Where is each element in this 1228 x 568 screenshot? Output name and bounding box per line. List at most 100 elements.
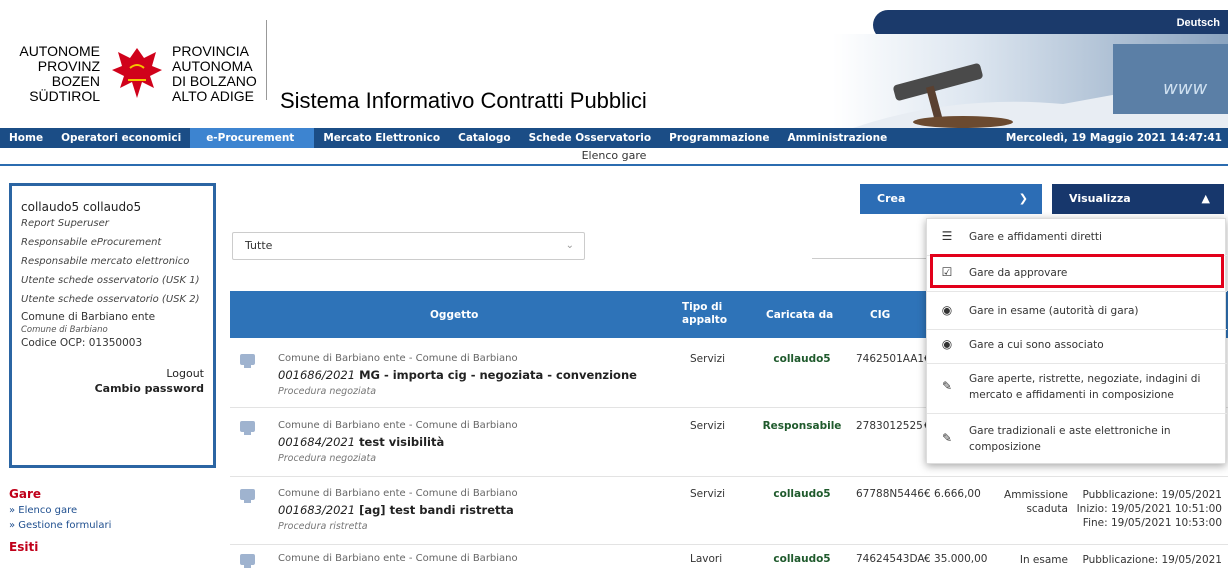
chevron-down-icon: ⌄ [565, 240, 574, 251]
row-caricata: collaudo5 [773, 353, 831, 365]
row-importo: € 35.000,00 [924, 553, 988, 565]
row-cig: 74624543DA [856, 553, 925, 565]
row-title-link[interactable]: 001683/2021 [ag] test bandi ristretta [278, 503, 514, 517]
monitor-icon [240, 489, 255, 503]
eye-icon: ◉ [941, 337, 953, 351]
list-icon: ☰ [941, 229, 953, 243]
crea-button-label: Crea [877, 192, 906, 205]
language-link[interactable]: Deutsch [1177, 17, 1220, 29]
visualizza-button-label: Visualizza [1069, 192, 1131, 205]
col-caricata-da[interactable]: Caricata da [766, 309, 833, 322]
row-title-link[interactable]: 001684/2021 test visibilità [278, 435, 444, 449]
col-tipo-appalto[interactable]: Tipo di appalto [682, 301, 727, 327]
table-row[interactable]: Comune di Barbiano ente - Comune di Barb… [230, 481, 1228, 541]
menu-item-gare-composizione[interactable]: ✎ Gare aperte, ristrette, negoziate, ind… [927, 369, 1227, 409]
logo-divider [266, 20, 267, 100]
user-role: Responsabile eProcurement [21, 237, 162, 248]
sidebar-section-esiti: Esiti [9, 540, 39, 554]
row-ente: Comune di Barbiano ente - Comune di Barb… [278, 488, 518, 499]
col-oggetto[interactable]: Oggetto [430, 309, 478, 322]
svg-text:www: www [1163, 78, 1207, 99]
monitor-icon [240, 354, 255, 368]
row-procedure: Procedura negoziata [278, 453, 377, 464]
row-stato: In esame [1019, 554, 1068, 566]
nav-catalogo[interactable]: Catalogo [449, 128, 519, 148]
user-role: Utente schede osservatorio (USK 1) [21, 275, 200, 286]
change-password-link[interactable]: Cambio password [21, 381, 204, 396]
row-dates: Pubblicazione: 19/05/2021 [1082, 554, 1222, 566]
user-role: Report Superuser [21, 218, 109, 229]
crea-button[interactable]: Crea ❯ [860, 184, 1042, 214]
nav-e-procurement[interactable]: e-Procurement [190, 128, 315, 148]
row-caricata: collaudo5 [773, 488, 831, 500]
row-ente: Comune di Barbiano ente - Comune di Barb… [278, 553, 518, 564]
user-ente: Comune di Barbiano ente [21, 311, 156, 323]
pencil-icon: ✎ [941, 431, 953, 445]
menu-item-gare-tradizionali[interactable]: ✎ Gare tradizionali e aste elettroniche … [927, 421, 1227, 461]
row-dates: Pubblicazione: 19/05/2021 Inizio: 19/05/… [1076, 489, 1222, 529]
logo-text-german: AUTONOME PROVINZ BOZEN SÜDTIROL [19, 43, 100, 104]
row-importo: € 6.666,00 [924, 488, 981, 500]
row-tipo: Servizi [690, 488, 726, 500]
row-tipo: Servizi [690, 353, 726, 365]
row-divider [230, 476, 1228, 477]
monitor-icon [240, 554, 255, 568]
row-procedure: Procedura negoziata [278, 386, 377, 397]
sidebar-link-elenco-gare[interactable]: » Elenco gare [9, 505, 77, 516]
search-field-underline [812, 258, 932, 259]
menu-item-gare-associato[interactable]: ◉ Gare a cui sono associato [927, 335, 1227, 361]
monitor-icon [240, 421, 255, 435]
filter-select[interactable]: Tutte ⌄ [232, 232, 585, 260]
user-panel: collaudo5 collaudo5 Report Superuser Res… [9, 183, 216, 468]
row-caricata: collaudo5 [773, 553, 831, 565]
chevron-up-icon: ▲ [1201, 192, 1210, 205]
nav-programmazione[interactable]: Programmazione [660, 128, 778, 148]
nav-amministrazione[interactable]: Amministrazione [778, 128, 896, 148]
filter-select-value: Tutte [245, 239, 273, 252]
nav-datetime: Mercoledì, 19 Maggio 2021 14:47:41 [1005, 132, 1222, 144]
table-row[interactable]: Comune di Barbiano ente - Comune di Barb… [230, 546, 1228, 568]
row-procedure: Procedura ristretta [278, 521, 368, 532]
row-ente: Comune di Barbiano ente - Comune di Barb… [278, 353, 518, 364]
row-cig: 67788N5446 [856, 488, 924, 500]
row-stato: Ammissione scaduta [1004, 489, 1068, 515]
nav-schede-osservatorio[interactable]: Schede Osservatorio [520, 128, 661, 148]
breadcrumb: Elenco gare [0, 148, 1228, 166]
logo-text-italian: PROVINCIA AUTONOMA DI BOLZANO ALTO ADIGE [172, 43, 257, 104]
row-cig: 2783012525 [856, 420, 923, 432]
eye-icon: ◉ [941, 303, 953, 317]
menu-divider [927, 329, 1227, 330]
main-nav: Home Operatori economici e-Procurement M… [0, 128, 1228, 148]
menu-item-gare-affidamenti[interactable]: ☰ Gare e affidamenti diretti [927, 227, 1227, 253]
sidebar-section-gare: Gare [9, 487, 42, 501]
logout-link[interactable]: Logout [21, 366, 204, 381]
nav-mercato-elettronico[interactable]: Mercato Elettronico [314, 128, 449, 148]
nav-home[interactable]: Home [0, 128, 52, 148]
nav-operatori-economici[interactable]: Operatori economici [52, 128, 190, 148]
user-ocp-code: Codice OCP: 01350003 [21, 337, 143, 349]
visualizza-button[interactable]: Visualizza ▲ [1052, 184, 1224, 214]
user-ente-sub: Comune di Barbiano [21, 325, 108, 335]
chevron-down-icon: ❯ [1018, 192, 1028, 205]
sidebar-link-gestione-formulari[interactable]: » Gestione formulari [9, 520, 111, 531]
menu-divider [927, 363, 1227, 364]
eagle-crest-icon [112, 44, 162, 100]
province-logo[interactable]: AUTONOME PROVINZ BOZEN SÜDTIROL PROVINCI… [6, 44, 272, 134]
row-tipo: Lavori [690, 553, 723, 565]
row-title-link[interactable]: 001686/2021 MG - importa cig - negoziata… [278, 368, 637, 382]
user-role: Responsabile mercato elettronico [21, 256, 190, 267]
header: Deutsch AUTONOME PROVINZ BOZEN SÜDTIROL … [0, 0, 1228, 128]
menu-item-gare-in-esame[interactable]: ◉ Gare in esame (autorità di gara) [927, 301, 1227, 327]
row-divider [230, 544, 1228, 545]
col-cig[interactable]: CIG [870, 309, 890, 322]
pencil-icon: ✎ [941, 379, 953, 393]
site-title: Sistema Informativo Contratti Pubblici [280, 88, 647, 113]
user-role: Utente schede osservatorio (USK 2) [21, 294, 200, 305]
row-tipo: Servizi [690, 420, 726, 432]
highlight-box [930, 254, 1224, 288]
menu-divider [927, 291, 1227, 292]
user-name: collaudo5 collaudo5 [21, 200, 142, 214]
row-caricata: Responsabile [762, 420, 842, 432]
menu-divider [927, 413, 1227, 414]
row-ente: Comune di Barbiano ente - Comune di Barb… [278, 420, 518, 431]
